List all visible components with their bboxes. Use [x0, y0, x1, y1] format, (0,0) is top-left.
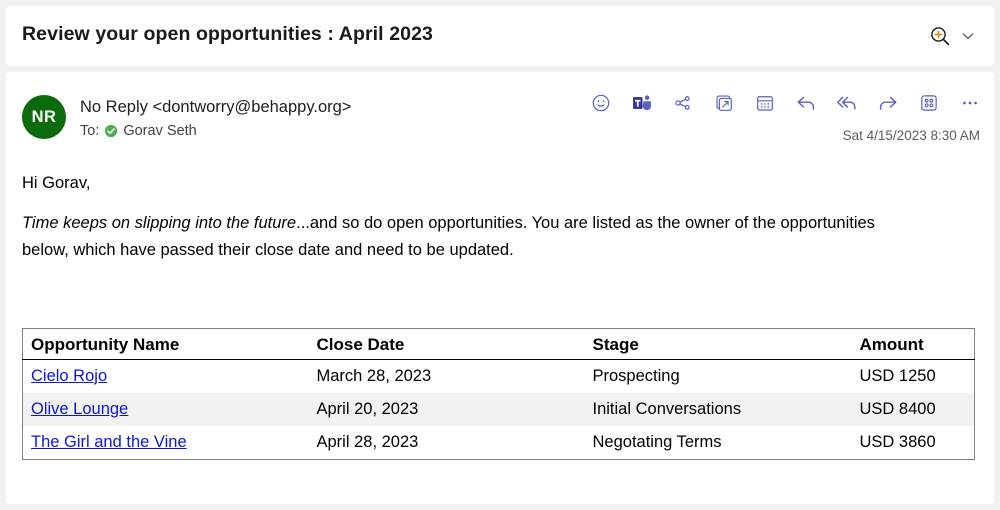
greeting-text: Hi Gorav, — [22, 174, 91, 192]
cell-amount: USD 8400 — [859, 400, 936, 418]
table-row: Olive Lounge April 20, 2023 Initial Conv… — [22, 393, 975, 426]
zoom-in-icon[interactable] — [928, 24, 952, 48]
cell-opportunity-name: Cielo Rojo — [23, 360, 309, 394]
column-header-close-date: Close Date — [308, 328, 585, 360]
forward-icon[interactable] — [876, 91, 900, 115]
cell-stage: Negotating Terms — [592, 433, 722, 451]
intro-italic-text: Time keeps on slipping into the future — [22, 214, 297, 232]
message-timestamp: Sat 4/15/2023 8:30 AM — [842, 128, 980, 143]
cell-amount: USD 1250 — [859, 367, 936, 385]
cell-close-date: March 28, 2023 — [316, 367, 432, 385]
table-row: Cielo Rojo March 28, 2023 Prospecting US… — [23, 360, 975, 394]
message-toolbar — [589, 91, 982, 115]
pop-out-icon[interactable] — [712, 91, 736, 115]
cell-stage: Initial Conversations — [592, 400, 742, 418]
react-emoji-icon[interactable] — [589, 91, 613, 115]
column-header-amount: Amount — [851, 328, 975, 360]
intro-paragraph: Time keeps on slipping into the future..… — [22, 210, 912, 264]
page-title: Review your open opportunities : April 2… — [22, 23, 433, 45]
message-body: Hi Gorav, Time keeps on slipping into th… — [6, 150, 994, 504]
share-icon[interactable] — [671, 91, 695, 115]
column-header-opportunity-name: Opportunity Name — [22, 328, 309, 360]
recipient-name[interactable]: Gorav Seth — [123, 121, 196, 141]
table-row: The Girl and the Vine April 28, 2023 Neg… — [23, 426, 975, 460]
column-header-stage: Stage — [584, 328, 852, 360]
to-label: To: — [80, 123, 100, 139]
cell-opportunity-name: The Girl and the Vine — [23, 426, 309, 460]
recipient-line: To: Gorav Seth — [80, 121, 351, 141]
opportunity-link[interactable]: Cielo Rojo — [31, 367, 107, 385]
reply-all-icon[interactable] — [835, 91, 859, 115]
chevron-down-icon[interactable] — [956, 24, 980, 48]
cell-stage: Prospecting — [592, 367, 680, 385]
cell-close-date: April 28, 2023 — [316, 433, 419, 451]
cell-close-date: April 20, 2023 — [316, 400, 419, 418]
apps-grid-icon[interactable] — [917, 91, 941, 115]
opportunity-link[interactable]: Olive Lounge — [31, 400, 128, 418]
sender-block: No Reply <dontworry@behappy.org> To: Gor… — [80, 96, 351, 141]
table-body: Cielo Rojo March 28, 2023 Prospecting US… — [22, 360, 975, 460]
sender-name[interactable]: No Reply <dontworry@behappy.org> — [80, 96, 351, 118]
subject-actions — [928, 24, 980, 48]
message-card: NR No Reply <dontworry@behappy.org> To: … — [6, 72, 994, 504]
opportunities-table: Opportunity Name Close Date Stage Amount… — [22, 328, 975, 460]
cell-amount: USD 3860 — [859, 433, 936, 451]
microsoft-teams-icon[interactable] — [630, 91, 654, 115]
table-header-row: Opportunity Name Close Date Stage Amount — [22, 328, 975, 360]
message-header: NR No Reply <dontworry@behappy.org> To: … — [6, 72, 994, 150]
reply-icon[interactable] — [794, 91, 818, 115]
calendar-icon[interactable] — [753, 91, 777, 115]
opportunity-link[interactable]: The Girl and the Vine — [31, 433, 187, 451]
subject-card: Review your open opportunities : April 2… — [6, 6, 994, 66]
table-head: Opportunity Name Close Date Stage Amount — [22, 328, 975, 360]
opportunities-table-wrapper: Opportunity Name Close Date Stage Amount… — [22, 328, 975, 460]
verified-check-icon — [105, 124, 118, 138]
cell-opportunity-name: Olive Lounge — [23, 393, 309, 426]
avatar: NR — [22, 95, 66, 139]
more-options-icon[interactable] — [958, 91, 982, 115]
